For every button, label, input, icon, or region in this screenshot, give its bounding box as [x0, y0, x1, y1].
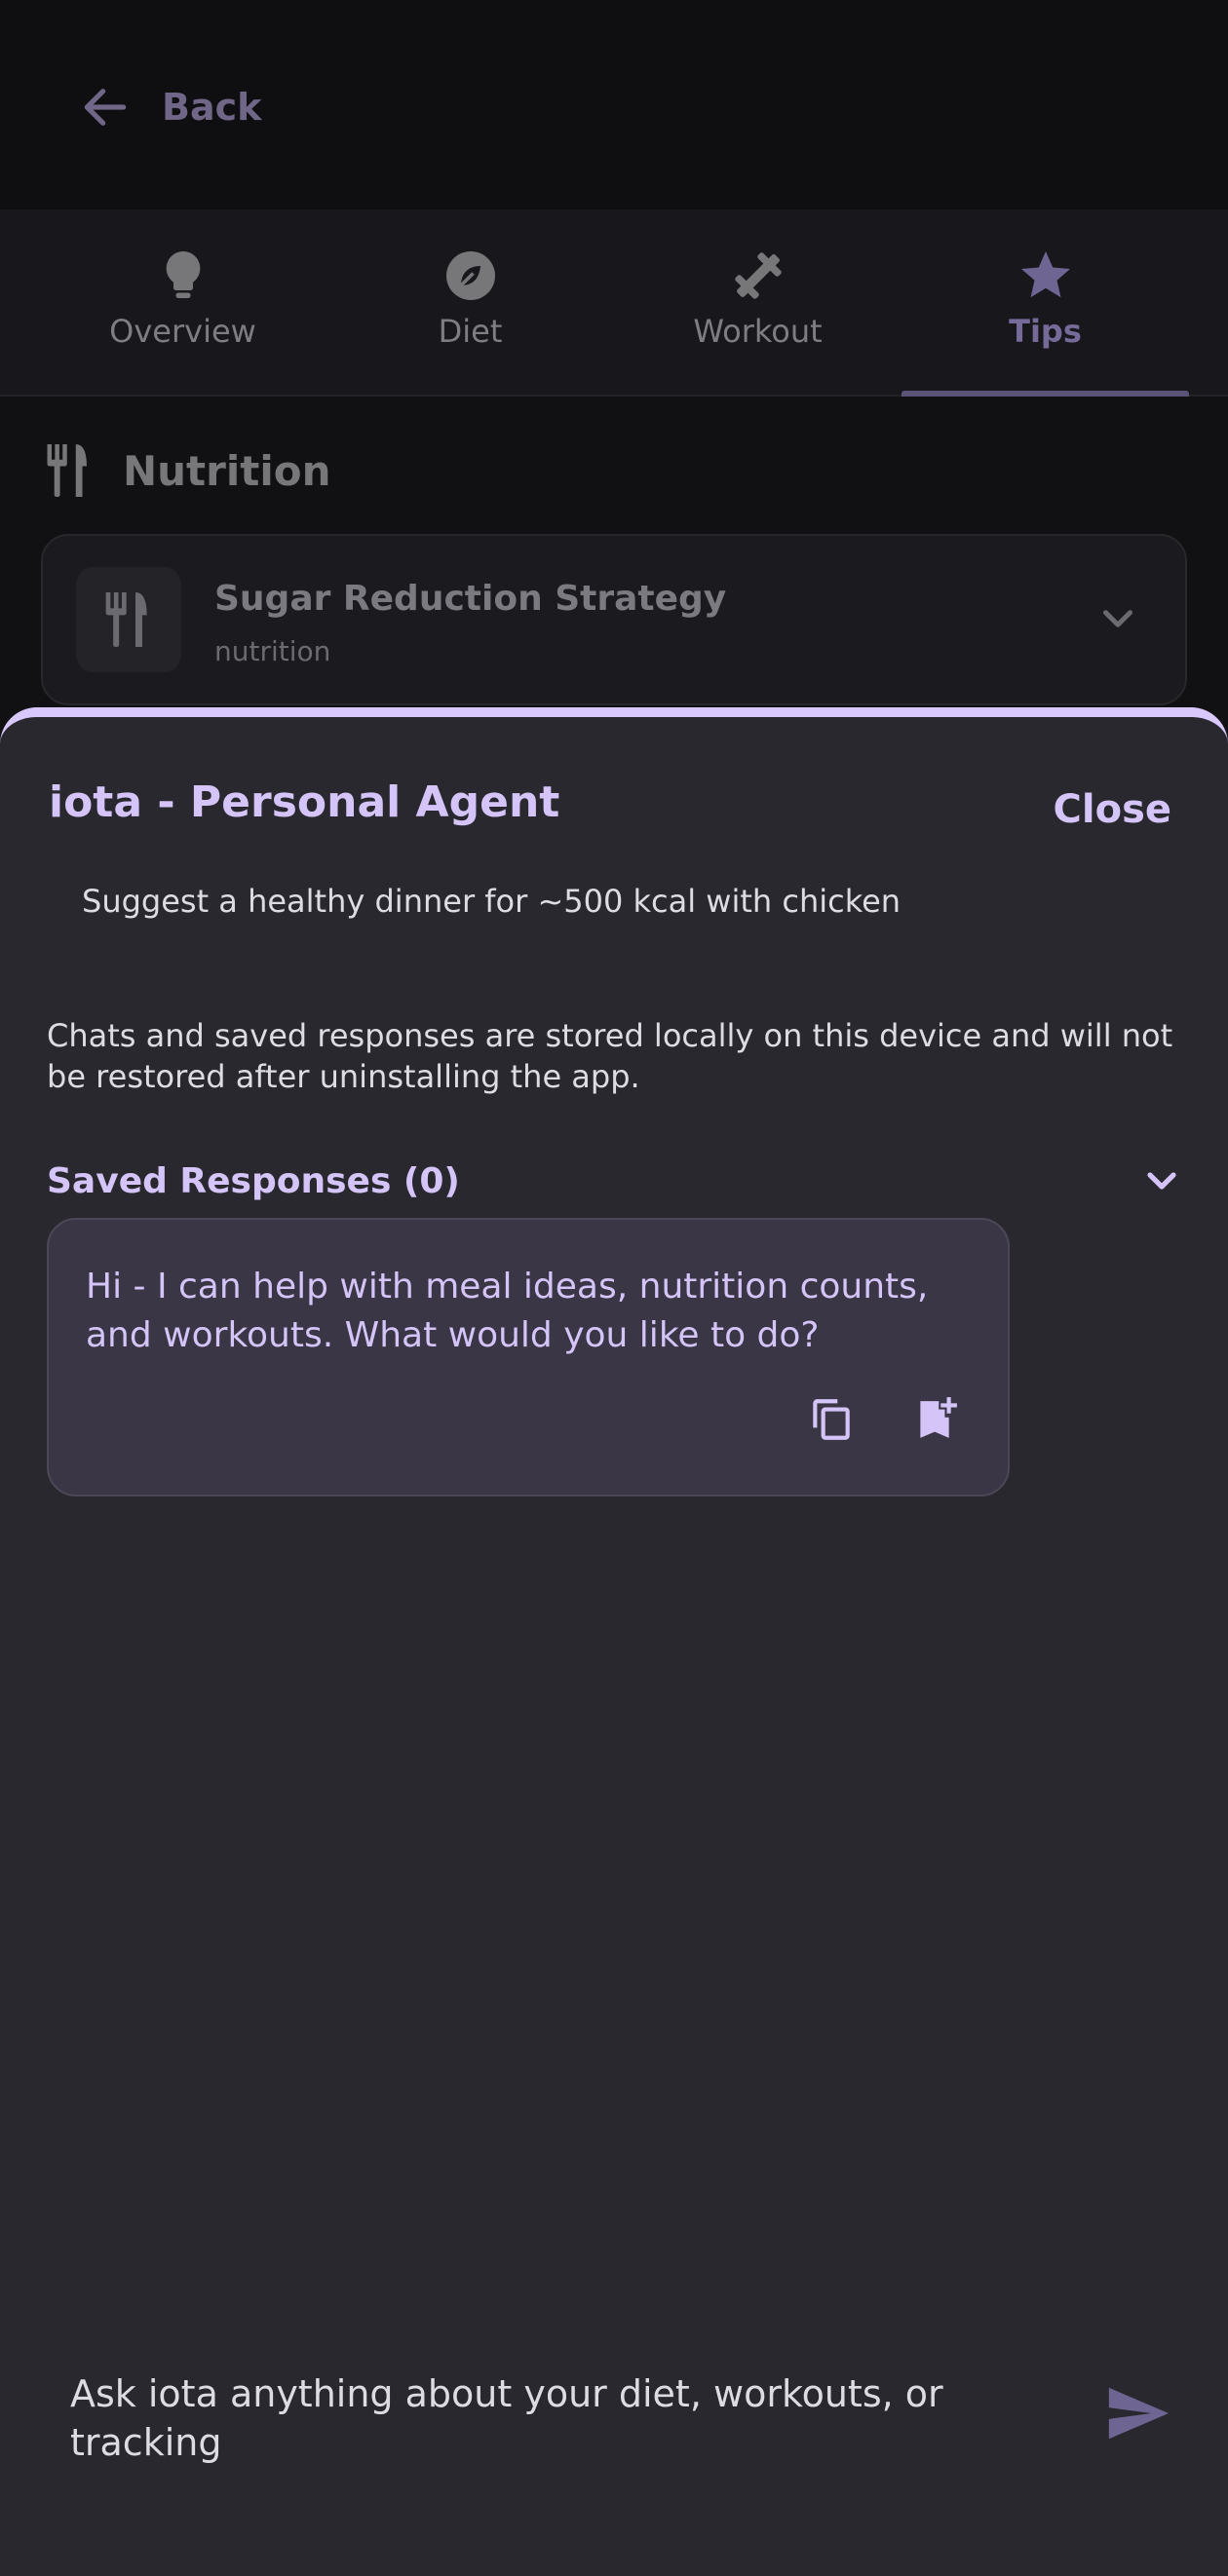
tab-indicator: [902, 391, 1189, 397]
tab-workout[interactable]: Workout: [614, 209, 902, 395]
saved-responses-label: Saved Responses (0): [47, 1160, 460, 1201]
saved-responses-toggle[interactable]: Saved Responses (0): [47, 1154, 1185, 1208]
tab-label: Overview: [109, 313, 256, 350]
tab-tips[interactable]: Tips: [902, 209, 1189, 397]
star-icon: [1020, 251, 1070, 298]
tab-bar: Overview Diet Workout Tips: [0, 209, 1228, 397]
tip-title: Sugar Reduction Strategy: [214, 579, 727, 619]
send-icon[interactable]: [1103, 2379, 1171, 2447]
sheet-title: iota - Personal Agent: [49, 777, 560, 827]
utensils-icon: [47, 444, 87, 497]
assistant-message-text: Hi - I can help with meal ideas, nutriti…: [86, 1267, 929, 1355]
back-button[interactable]: Back: [78, 78, 261, 136]
tip-card[interactable]: Sugar Reduction Strategy nutrition: [41, 534, 1187, 705]
assistant-message-bubble: Hi - I can help with meal ideas, nutriti…: [47, 1218, 1010, 1496]
tab-label: Diet: [438, 313, 503, 350]
chevron-down-icon[interactable]: [1094, 594, 1142, 643]
arrow-left-icon: [84, 89, 127, 126]
tab-diet[interactable]: Diet: [326, 209, 614, 395]
leaf-icon: [445, 251, 495, 300]
storage-notice: Chats and saved responses are stored loc…: [47, 1017, 1173, 1095]
section-title: Nutrition: [123, 446, 331, 495]
dumbbell-icon: [734, 252, 782, 299]
message-actions: [807, 1395, 959, 1444]
bookmark-add-icon[interactable]: [910, 1395, 959, 1444]
utensils-icon: [105, 592, 147, 647]
lightbulb-icon: [166, 251, 200, 298]
app-screen: Back Overview Diet Workout Tips Nutritio…: [0, 0, 1228, 2576]
back-label: Back: [162, 86, 262, 129]
copy-icon[interactable]: [807, 1395, 856, 1444]
chevron-down-icon: [1147, 1172, 1176, 1190]
tip-icon-box: [76, 567, 181, 672]
agent-bottom-sheet: iota - Personal Agent Close Suggest a he…: [0, 707, 1228, 2576]
tab-label: Workout: [693, 313, 823, 350]
close-button[interactable]: Close: [1054, 787, 1171, 832]
tip-category: nutrition: [214, 635, 331, 667]
section-header: Nutrition: [45, 438, 330, 503]
chat-input[interactable]: [70, 2369, 947, 2467]
top-app-bar: Back: [0, 0, 1228, 209]
tab-overview[interactable]: Overview: [39, 209, 326, 395]
tab-label: Tips: [1009, 313, 1082, 350]
suggestion-chip[interactable]: Suggest a healthy dinner for ~500 kcal w…: [82, 883, 901, 920]
